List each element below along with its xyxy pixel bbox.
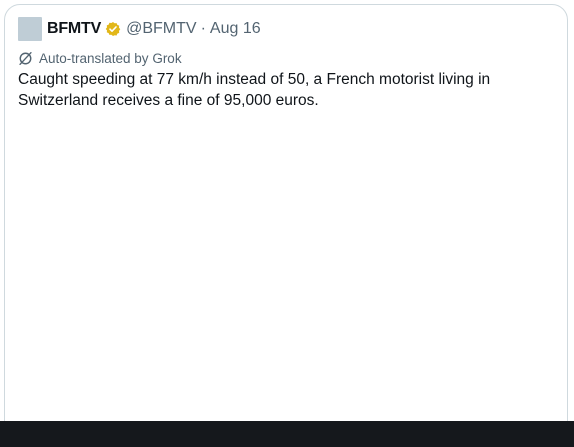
tweet-header: BFMTV @BFMTV · Aug 16 xyxy=(18,17,261,41)
page: BFMTV @BFMTV · Aug 16 Auto-translated by… xyxy=(0,0,574,447)
handle[interactable]: @BFMTV xyxy=(126,20,196,38)
avatar[interactable] xyxy=(18,17,42,41)
tweet-text: Caught speeding at 77 km/h instead of 50… xyxy=(18,71,491,109)
bottom-bar xyxy=(0,421,574,447)
translation-notice: Auto-translated by Grok xyxy=(18,49,182,67)
verified-badge-icon xyxy=(105,21,121,37)
display-name[interactable]: BFMTV xyxy=(47,20,101,38)
translation-label: Auto-translated by Grok xyxy=(39,50,182,66)
quoted-tweet-card[interactable]: BFMTV @BFMTV · Aug 16 Auto-translated by… xyxy=(4,4,568,447)
translate-icon xyxy=(18,51,33,66)
separator-dot: · xyxy=(200,20,206,37)
tweet-date[interactable]: Aug 16 xyxy=(210,20,261,38)
